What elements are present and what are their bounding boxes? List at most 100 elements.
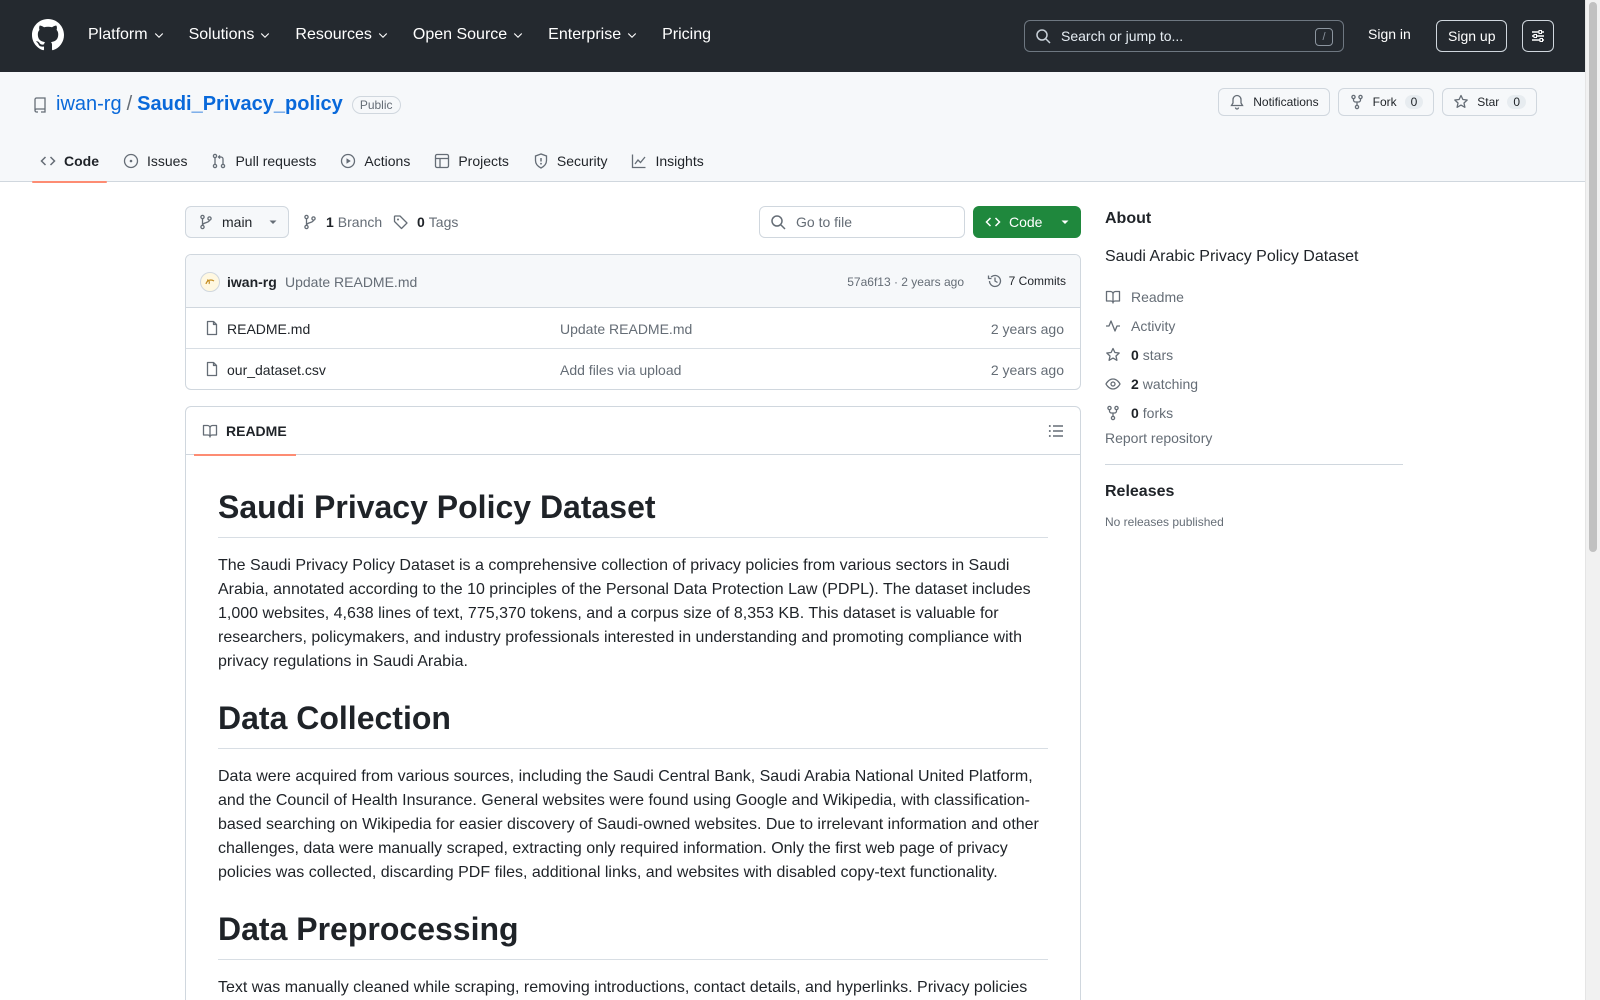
nav-enterprise[interactable]: Enterprise (548, 22, 638, 48)
about-sidebar: About Saudi Arabic Privacy Policy Datase… (1105, 210, 1403, 529)
releases-heading[interactable]: Releases (1105, 483, 1403, 501)
tab-projects-label: Projects (458, 153, 509, 169)
fork-icon (1107, 405, 1119, 420)
code-download-button[interactable]: Code (973, 206, 1081, 238)
go-to-file-input[interactable]: Go to file (759, 206, 965, 238)
report-repository-link[interactable]: Report repository (1105, 430, 1403, 465)
nav-solutions[interactable]: Solutions (189, 22, 272, 48)
avatar-image-icon (205, 279, 215, 285)
table-row[interactable]: our_dataset.csv Add files via upload 2 y… (186, 349, 1080, 389)
commits-history-link[interactable]: 7 Commits (987, 273, 1066, 289)
commit-sha-time[interactable]: 57a6f13 · 2 years ago (847, 275, 964, 289)
activity-link[interactable]: Activity (1105, 311, 1403, 340)
tab-security[interactable]: Security (525, 140, 616, 182)
watching-count: 2 (1131, 375, 1139, 392)
readme-title: Saudi Privacy Policy Dataset (218, 487, 1048, 538)
go-to-file-placeholder: Go to file (796, 214, 853, 230)
caret-down-icon (1061, 220, 1069, 224)
scrollbar-thumb[interactable] (1589, 2, 1597, 552)
sliders-icon (1532, 30, 1544, 42)
settings-menu-button[interactable] (1522, 20, 1554, 52)
no-releases-text: No releases published (1105, 515, 1224, 529)
star-label: Star (1477, 95, 1500, 109)
tab-insights-label: Insights (655, 153, 704, 169)
notifications-button[interactable]: Notifications (1218, 88, 1330, 116)
sign-in-link[interactable]: Sign in (1368, 26, 1411, 42)
tags-link[interactable]: 0 Tags (393, 214, 458, 230)
shield-icon (534, 153, 548, 169)
top-nav: Platform Solutions Resources Open Source… (88, 22, 735, 48)
tab-code-label: Code (64, 153, 99, 169)
nav-pricing[interactable]: Pricing (662, 22, 711, 48)
readme-preprocessing-paragraph: Text was manually cleaned while scraping… (218, 979, 1028, 996)
readme-heading-data-collection: Data Collection (218, 698, 1048, 749)
tab-pull-requests[interactable]: Pull requests (203, 140, 324, 182)
list-unordered-icon[interactable] (1048, 423, 1064, 439)
global-header: Platform Solutions Resources Open Source… (0, 0, 1585, 72)
table-row[interactable]: README.md Update README.md 2 years ago (186, 308, 1080, 349)
commit-message-link[interactable]: Update README.md (285, 274, 417, 290)
forks-link[interactable]: 0 forks (1105, 398, 1403, 427)
chevron-down-icon (261, 33, 270, 39)
file-commit-message-link[interactable]: Update README.md (560, 321, 692, 337)
repo-icon (34, 96, 46, 113)
nav-enterprise-label: Enterprise (548, 26, 622, 43)
nav-open-source[interactable]: Open Source (413, 22, 524, 48)
fork-button[interactable]: Fork 0 (1337, 88, 1435, 116)
repo-separator: / (126, 93, 133, 115)
issue-icon (123, 153, 139, 169)
search-input[interactable]: Search or jump to... / (1024, 20, 1344, 52)
forks-label: forks (1142, 404, 1174, 421)
watching-label: watching (1142, 375, 1199, 392)
git-branch-icon (200, 214, 212, 230)
chevron-down-icon (154, 33, 163, 39)
tab-issues[interactable]: Issues (115, 140, 195, 182)
file-name-link[interactable]: our_dataset.csv (227, 362, 326, 378)
tag-icon (393, 215, 408, 230)
star-button[interactable]: Star 0 (1442, 88, 1537, 116)
readme-article: Saudi Privacy Policy Dataset The Saudi P… (186, 455, 1080, 1000)
readme-tab[interactable]: README (194, 407, 296, 456)
tab-actions-label: Actions (364, 153, 411, 169)
readme-link-label: Readme (1131, 288, 1184, 305)
chevron-down-icon (378, 33, 388, 39)
nav-resources[interactable]: Resources (295, 22, 388, 48)
readme-link[interactable]: Readme (1105, 282, 1403, 311)
sign-up-button[interactable]: Sign up (1436, 20, 1508, 52)
repo-title: iwan-rg / Saudi_Privacy_policy Public (32, 93, 401, 116)
tab-insights[interactable]: Insights (623, 140, 711, 182)
branch-count: 1 (326, 214, 334, 230)
stars-link[interactable]: 0 stars (1105, 340, 1403, 369)
tab-projects[interactable]: Projects (426, 140, 517, 182)
stars-count: 0 (1131, 346, 1139, 363)
avatar[interactable] (200, 272, 220, 292)
file-list: iwan-rg Update README.md 57a6f13 · 2 yea… (185, 254, 1081, 390)
file-commit-message-link[interactable]: Add files via upload (560, 362, 681, 378)
branches-link[interactable]: 1 Branch (302, 214, 382, 230)
file-name-link[interactable]: README.md (227, 321, 310, 337)
code-button-label: Code (1009, 214, 1043, 230)
search-icon (1036, 29, 1051, 44)
branch-select-button[interactable]: main (185, 206, 289, 238)
tab-actions[interactable]: Actions (332, 140, 418, 182)
graph-icon (632, 154, 646, 169)
star-count: 0 (1507, 95, 1526, 109)
table-icon (435, 153, 450, 169)
watchers-link[interactable]: 2 watching (1105, 369, 1403, 398)
about-heading: About (1105, 210, 1152, 227)
fork-icon (1350, 94, 1363, 110)
chevron-down-icon (514, 33, 523, 39)
nav-pricing-label: Pricing (662, 26, 711, 43)
repo-owner-link[interactable]: iwan-rg (56, 93, 122, 116)
github-logo-icon[interactable] (32, 19, 64, 51)
nav-platform[interactable]: Platform (88, 22, 165, 48)
forks-count: 0 (1131, 404, 1139, 421)
tab-security-label: Security (556, 153, 608, 169)
book-icon (202, 424, 218, 438)
nav-solutions-label: Solutions (188, 26, 255, 43)
commit-author-link[interactable]: iwan-rg (227, 274, 277, 290)
tab-code[interactable]: Code (32, 140, 107, 183)
repo-description: Saudi Arabic Privacy Policy Dataset (1105, 248, 1359, 265)
repo-tabs: Code Issues Pull requests Actions Projec… (32, 140, 720, 183)
repo-name-link[interactable]: Saudi_Privacy_policy (137, 93, 343, 116)
